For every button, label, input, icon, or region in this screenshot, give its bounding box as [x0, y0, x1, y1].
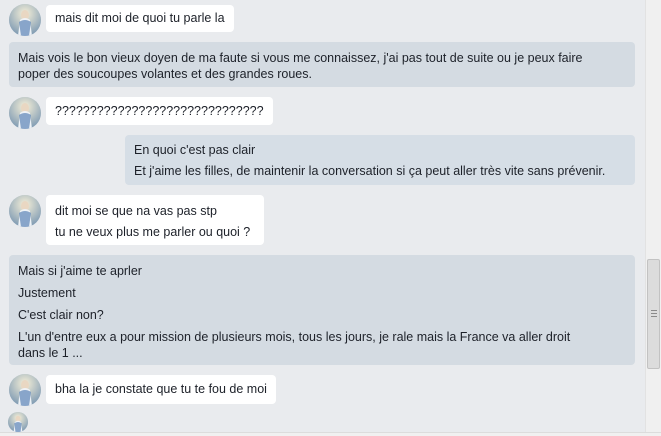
message-text: ??????????????????????????????	[55, 104, 264, 118]
vertical-scrollbar[interactable]	[645, 0, 661, 436]
message-bubble: bha la je constate que tu te fou de moi	[46, 375, 276, 404]
message-text: C'est clair non?	[18, 308, 104, 322]
message-text: dit moi se que na vas pas stp	[55, 204, 217, 218]
typing-avatar	[8, 412, 28, 432]
grip-line	[651, 313, 657, 314]
message-bubble: En quoi c'est pas clair Et j'aime les fi…	[125, 135, 635, 185]
message-text: Mais si j'aime te aprler	[18, 264, 142, 278]
message-bubble: Mais si j'aime te aprler Justement C'est…	[9, 255, 635, 365]
message-text: Et j'aime les filles, de maintenir la co…	[134, 164, 606, 178]
contact-avatar[interactable]	[9, 97, 41, 129]
message-text: mais dit moi de quoi tu parle la	[55, 11, 225, 25]
message-bubble: Mais vois le bon vieux doyen de ma faute…	[9, 42, 635, 87]
scrollbar-thumb[interactable]	[647, 259, 660, 369]
message-bubble: dit moi se que na vas pas stp tu ne veux…	[46, 195, 264, 245]
message-text: bha la je constate que tu te fou de moi	[55, 382, 267, 396]
composer-edge	[0, 432, 661, 436]
message-bubble: mais dit moi de quoi tu parle la	[46, 5, 234, 32]
message-bubble: ??????????????????????????????	[46, 97, 273, 125]
message-text: poper des soucoupes volantes et des gran…	[18, 67, 312, 81]
contact-avatar[interactable]	[9, 4, 41, 36]
grip-line	[651, 310, 657, 311]
message-text: L'un d'entre eux a pour mission de plusi…	[18, 330, 571, 344]
message-text: dans le 1 ...	[18, 346, 83, 360]
chat-thread: mais dit moi de quoi tu parle la Mais vo…	[0, 0, 645, 436]
message-text: tu ne veux plus me parler ou quoi ?	[55, 225, 251, 239]
contact-avatar[interactable]	[9, 195, 41, 227]
message-text: En quoi c'est pas clair	[134, 143, 256, 157]
grip-line	[651, 316, 657, 317]
message-text: Mais vois le bon vieux doyen de ma faute…	[18, 51, 583, 65]
contact-avatar[interactable]	[9, 374, 41, 406]
message-text: Justement	[18, 286, 76, 300]
